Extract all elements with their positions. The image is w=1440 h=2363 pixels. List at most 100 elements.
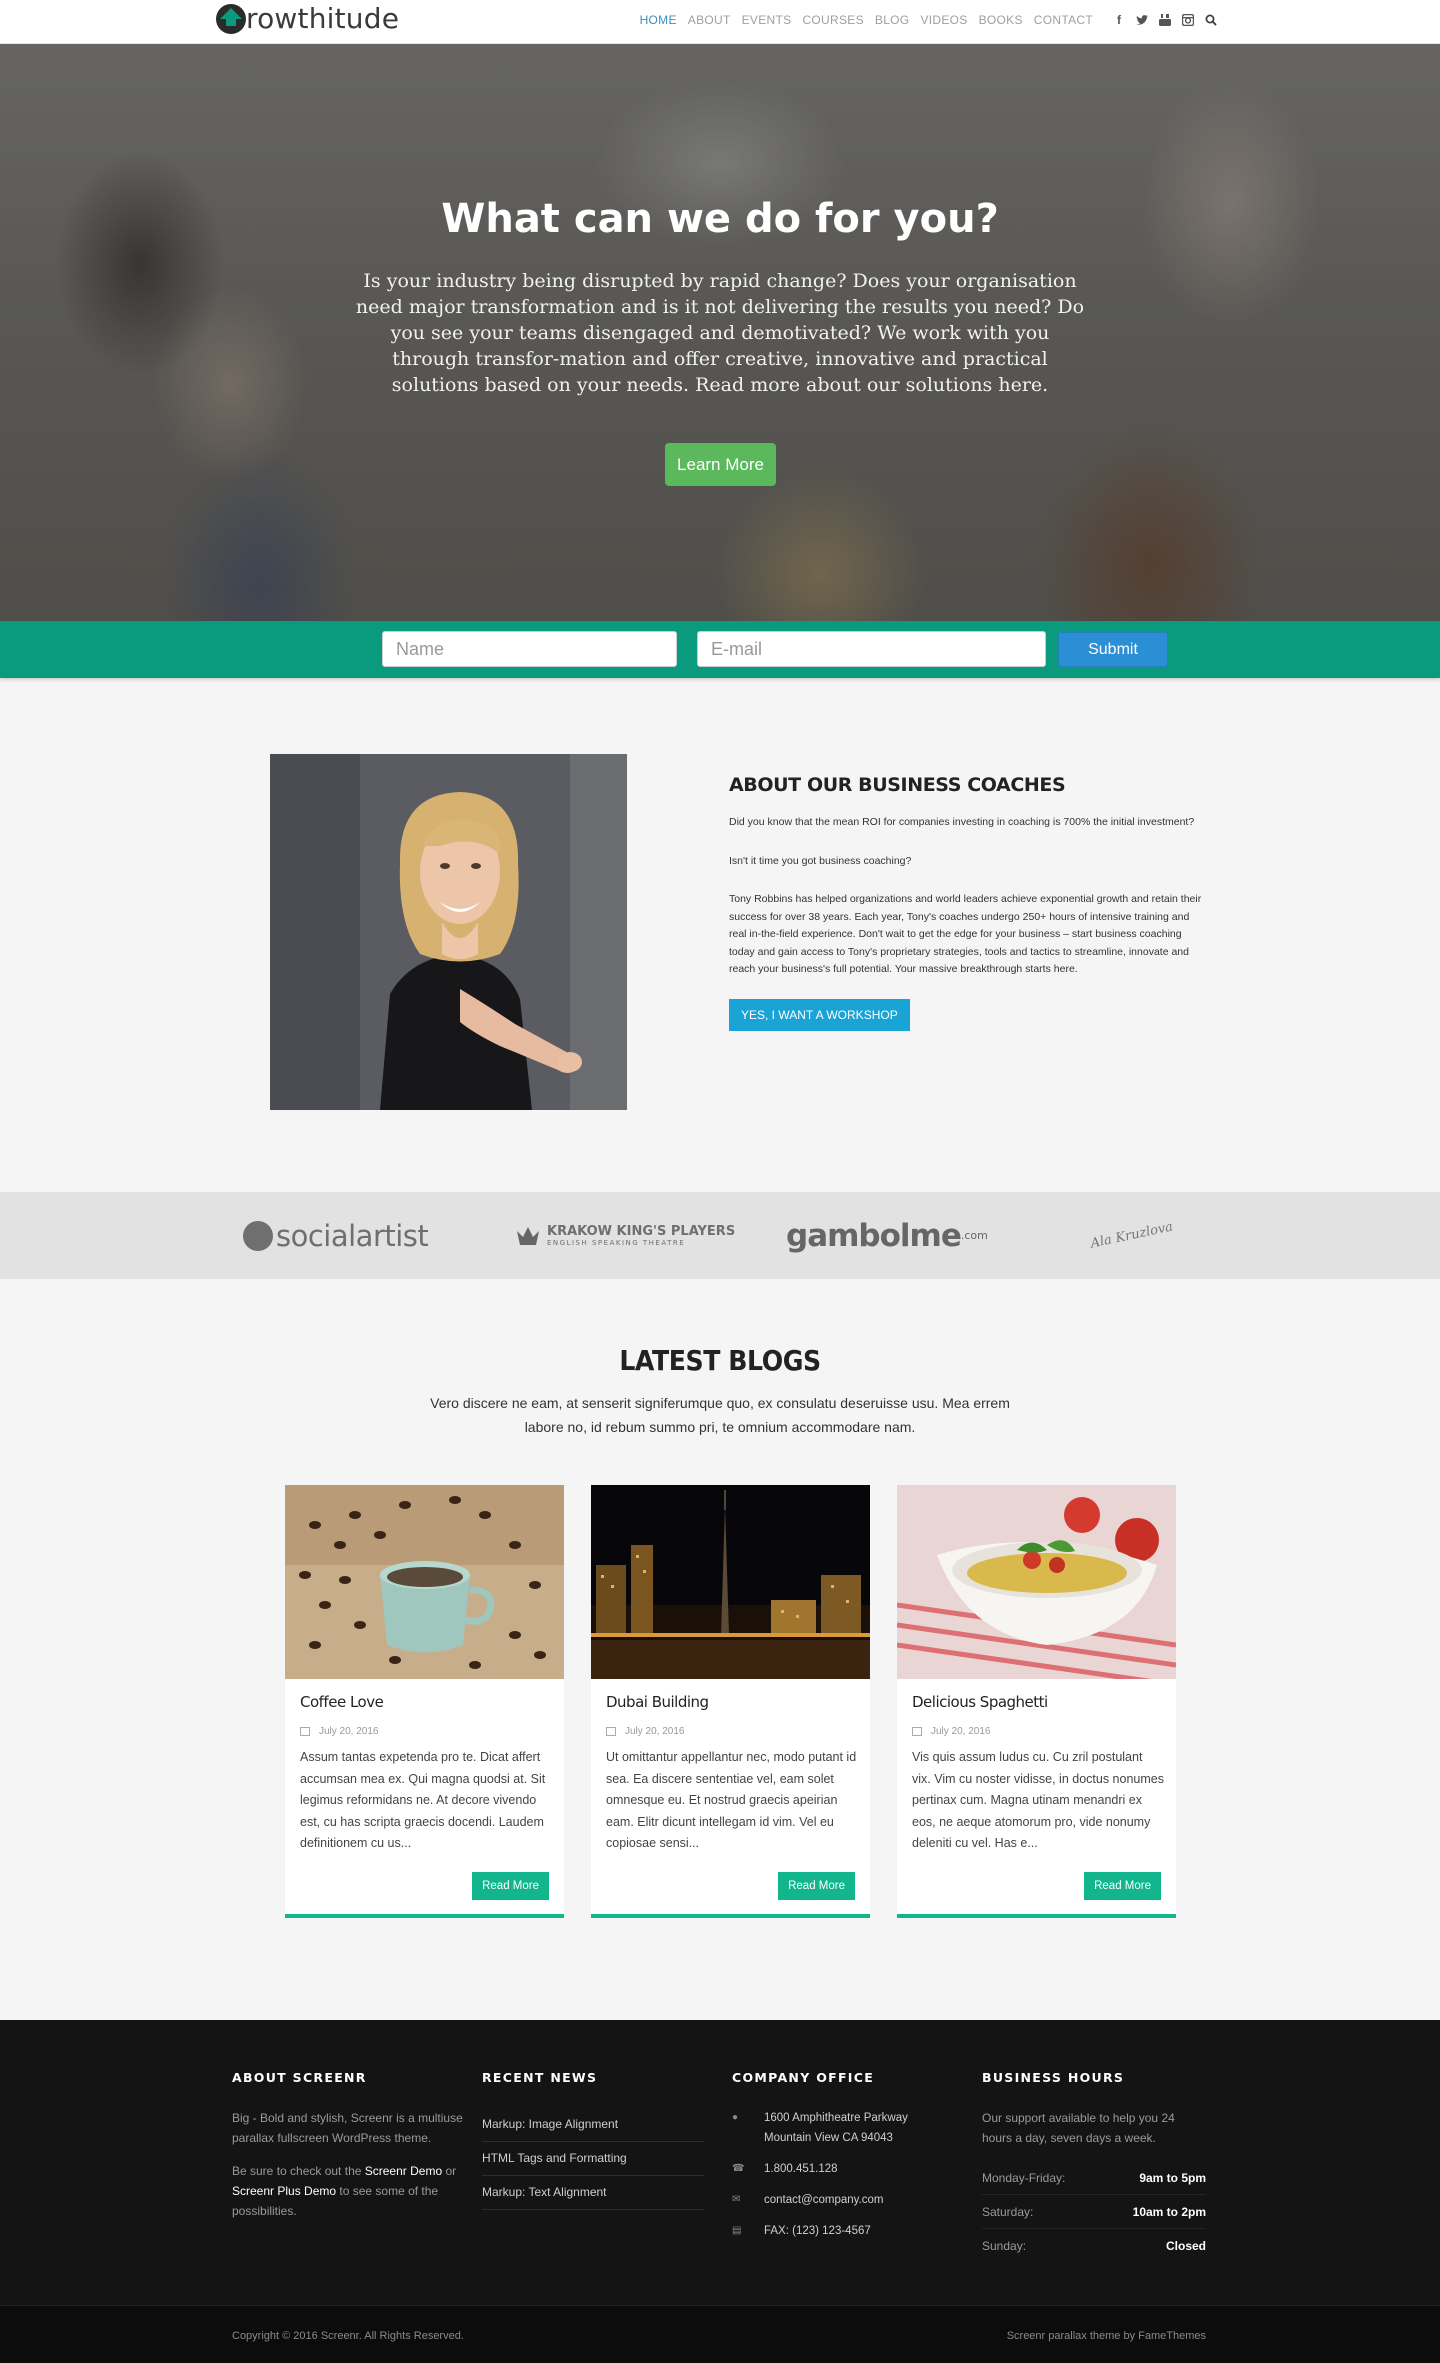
submit-button[interactable]: Submit [1058, 632, 1168, 667]
about-title: ABOUT OUR BUSINESS COACHES [729, 774, 1066, 796]
phone-text[interactable]: 1.800.451.128 [764, 2159, 838, 2179]
fax-icon: ▤ [732, 2225, 742, 2236]
krakow-kings-players-logo[interactable]: KRAKOW KING'S PLAYERS ENGLISH SPEAKING T… [515, 1192, 735, 1279]
site-logo[interactable]: rowthitude [214, 2, 399, 36]
footer-recent-news: RECENT NEWS Markup: Image Alignment HTML… [482, 2070, 704, 2210]
logo-text: rowthitude [246, 2, 400, 35]
card-accent-bar [591, 1914, 870, 1918]
screenr-demo-link[interactable]: Screenr Demo [365, 2164, 442, 2178]
hours-time: 10am to 2pm [1132, 2205, 1206, 2219]
gambolme-logo-text: gambolme [786, 1217, 962, 1254]
learn-more-button[interactable]: Learn More [665, 443, 776, 486]
nav-home[interactable]: HOME [640, 13, 677, 27]
coffee-thumbnail[interactable] [285, 1485, 564, 1679]
name-input[interactable] [382, 631, 677, 667]
footer-bottom-bar: Copyright © 2016 Screenr. All Rights Res… [0, 2305, 1440, 2363]
blog-card: Dubai Building July 20, 2016 Ut omittant… [591, 1485, 870, 1918]
gambolme-logo-suffix: .com [960, 1229, 988, 1242]
email-input[interactable] [697, 631, 1046, 667]
hours-day: Sunday: [982, 2239, 1027, 2253]
blog-title[interactable]: Coffee Love [300, 1693, 384, 1711]
hours-time: 9am to 5pm [1139, 2171, 1206, 2185]
hours-row: Monday-Friday: 9am to 5pm [982, 2161, 1206, 2195]
about-paragraph-3: Tony Robbins has helped organizations an… [729, 893, 1202, 975]
hours-intro: Our support available to help you 24 hou… [982, 2111, 1175, 2145]
blog-date: July 20, 2016 [606, 1726, 685, 1737]
email-text[interactable]: contact@company.com [764, 2190, 883, 2210]
site-header: rowthitude HOME ABOUT EVENTS COURSES BLO… [0, 0, 1440, 44]
footer-text-fragment: Be sure to check out the [232, 2164, 365, 2178]
calendar-icon [606, 1727, 616, 1736]
coach-photo [270, 754, 627, 1110]
fax-text: FAX: (123) 123-4567 [764, 2225, 871, 2237]
office-email: ✉ contact@company.com [732, 2190, 962, 2210]
blog-date: July 20, 2016 [300, 1726, 379, 1737]
hours-row: Saturday: 10am to 2pm [982, 2195, 1206, 2229]
envelope-icon: ✉ [732, 2194, 741, 2205]
crown-icon [517, 1226, 539, 1245]
socialartist-mark-icon [243, 1220, 273, 1251]
signature-logo[interactable]: Ala Kruzlova [1082, 1184, 1182, 1286]
subscribe-bar: Submit [0, 621, 1440, 678]
nav-courses[interactable]: COURSES [802, 13, 863, 27]
client-logos: socialartist KRAKOW KING'S PLAYERS ENGLI… [0, 1192, 1440, 1279]
nav-blog[interactable]: BLOG [875, 13, 910, 27]
page: rowthitude HOME ABOUT EVENTS COURSES BLO… [0, 0, 1440, 2363]
krakow-logo-title: KRAKOW KING'S PLAYERS [547, 1224, 736, 1239]
about-paragraph-2: Isn't it time you got business coaching? [729, 854, 912, 867]
office-phone: ☎ 1.800.451.128 [732, 2159, 962, 2179]
instagram-icon[interactable] [1181, 13, 1195, 27]
logo-mark-icon [214, 2, 248, 36]
office-fax: ▤ FAX: (123) 123-4567 [732, 2221, 962, 2241]
blog-title[interactable]: Dubai Building [606, 1693, 709, 1711]
hours-time: Closed [1165, 2239, 1206, 2253]
office-address: ● 1600 Amphitheatre Parkway Mountain View… [732, 2108, 962, 2148]
phone-icon: ☎ [732, 2163, 745, 2174]
footer-company-office: COMPANY OFFICE ● 1600 Amphitheatre Parkw… [732, 2070, 962, 2252]
dubai-thumbnail[interactable] [591, 1485, 870, 1679]
read-more-button[interactable]: Read More [778, 1872, 855, 1900]
blog-date-text: July 20, 2016 [625, 1726, 685, 1737]
hero-title: What can we do for you? [441, 196, 999, 242]
workshop-button[interactable]: YES, I WANT A WORKSHOP [729, 998, 910, 1031]
calendar-icon [300, 1727, 310, 1736]
address-line-2: Mountain View CA 94043 [764, 2132, 893, 2144]
socialartist-logo[interactable]: socialartist [243, 1192, 429, 1279]
footer-about: ABOUT SCREENR Big - Bold and stylish, Sc… [232, 2070, 464, 2234]
nav-about[interactable]: ABOUT [688, 13, 731, 27]
twitter-icon[interactable] [1135, 13, 1149, 27]
about-section: ABOUT OUR BUSINESS COACHES Did you know … [729, 774, 1203, 1031]
news-link[interactable]: HTML Tags and Formatting [482, 2142, 704, 2176]
main-nav: HOME ABOUT EVENTS COURSES BLOG VIDEOS BO… [629, 13, 1218, 27]
news-link[interactable]: Markup: Image Alignment [482, 2108, 704, 2142]
youtube-icon[interactable] [1158, 13, 1172, 27]
blogs-intro: Vero discere ne eam, at senserit signife… [430, 1395, 1010, 1435]
nav-events[interactable]: EVENTS [742, 13, 792, 27]
blog-excerpt: Ut omittantur appellantur nec, modo puta… [606, 1750, 857, 1850]
blog-excerpt: Assum tantas expetenda pro te. Dicat aff… [300, 1750, 546, 1850]
address-line-1: 1600 Amphitheatre Parkway [764, 2112, 908, 2124]
read-more-button[interactable]: Read More [472, 1872, 549, 1900]
hours-day: Monday-Friday: [982, 2171, 1066, 2185]
news-link[interactable]: Markup: Text Alignment [482, 2176, 704, 2210]
footer-hours-title: BUSINESS HOURS [982, 2070, 1125, 2085]
spaghetti-thumbnail[interactable] [897, 1485, 1176, 1679]
copyright-text: Copyright © 2016 Screenr. All Rights Res… [232, 2330, 464, 2342]
theme-credit-link[interactable]: Screenr parallax theme by FameThemes [1007, 2330, 1206, 2342]
screenr-plus-demo-link[interactable]: Screenr Plus Demo [232, 2184, 336, 2198]
facebook-icon[interactable]: f [1112, 13, 1126, 27]
blog-card: Delicious Spaghetti July 20, 2016 Vis qu… [897, 1485, 1176, 1918]
nav-videos[interactable]: VIDEOS [920, 13, 967, 27]
search-icon[interactable] [1204, 13, 1218, 27]
read-more-button[interactable]: Read More [1084, 1872, 1161, 1900]
footer-about-title: ABOUT SCREENR [232, 2070, 367, 2085]
site-footer: ABOUT SCREENR Big - Bold and stylish, Sc… [0, 2020, 1440, 2305]
blog-date: July 20, 2016 [912, 1726, 991, 1737]
blogs-title: LATEST BLOGS [619, 1344, 821, 1377]
gambolme-logo[interactable]: gambolme .com [786, 1192, 988, 1279]
nav-contact[interactable]: CONTACT [1034, 13, 1093, 27]
nav-books[interactable]: BOOKS [979, 13, 1023, 27]
blog-card: Coffee Love July 20, 2016 Assum tantas e… [285, 1485, 564, 1918]
hero-text: Is your industry being disrupted by rapi… [355, 270, 1085, 396]
blog-title[interactable]: Delicious Spaghetti [912, 1693, 1048, 1711]
